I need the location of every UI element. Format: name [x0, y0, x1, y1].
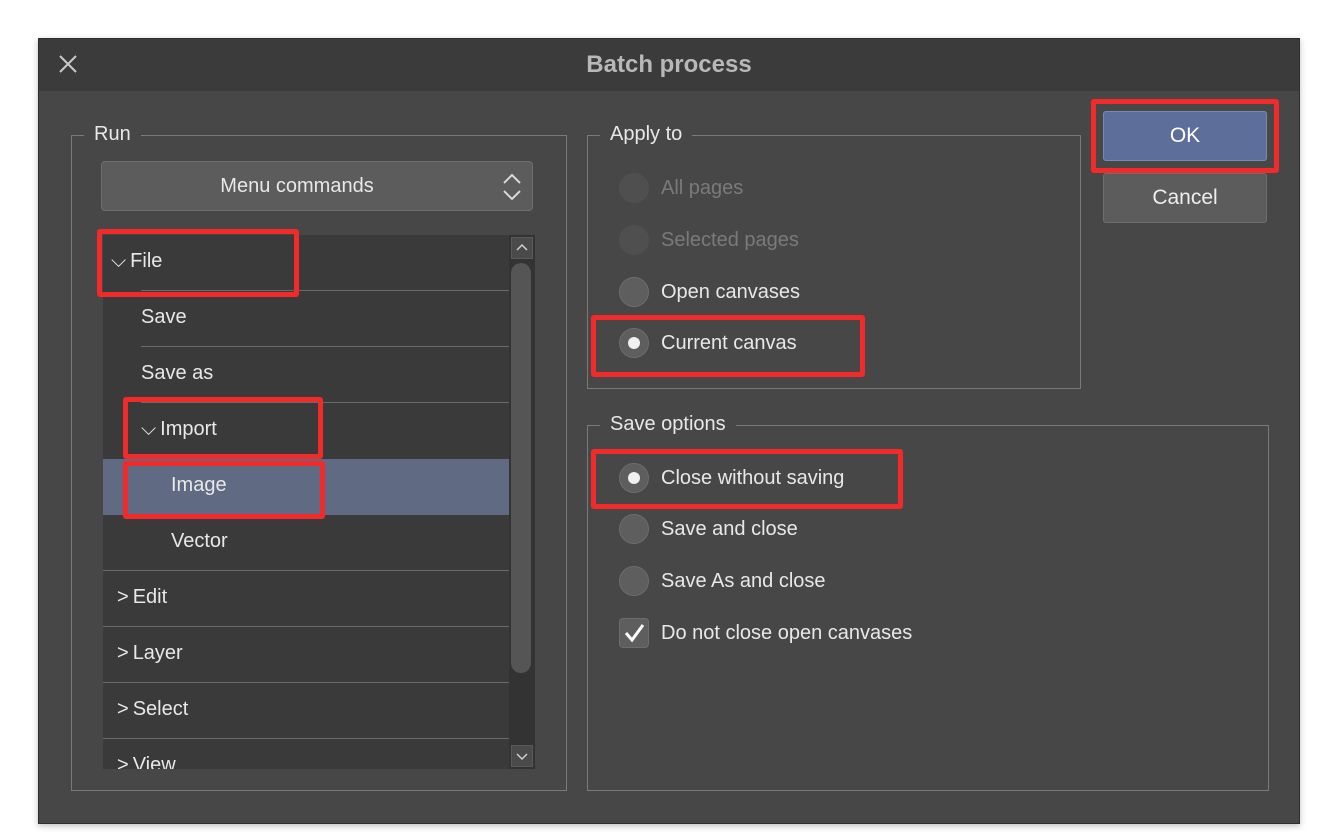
radio-dot: [628, 472, 640, 484]
tree-item-select[interactable]: > Select: [103, 683, 509, 739]
checkbox[interactable]: [619, 618, 649, 648]
radio-label: Close without saving: [661, 467, 845, 489]
checkbox-label: Do not close open canvases: [661, 622, 913, 644]
run-legend: Run: [84, 123, 141, 146]
tree-item-vector[interactable]: Vector: [103, 515, 509, 571]
command-tree: ⌵ File Save Save as ⌵ Import Image Vector …: [103, 235, 509, 769]
radio-button[interactable]: [619, 225, 649, 255]
tree-item-save-as[interactable]: Save as: [103, 347, 509, 403]
checkmark-icon: [624, 624, 645, 643]
chevron-down-icon: ⌵: [141, 418, 157, 440]
radio-button[interactable]: [619, 173, 649, 203]
radio-label: Save and close: [661, 518, 798, 540]
scroll-down-button[interactable]: [511, 745, 533, 767]
radio-label: Open canvases: [661, 281, 800, 303]
ok-button[interactable]: OK: [1103, 111, 1267, 161]
tree-item-label: File: [130, 250, 163, 272]
radio-dot: [628, 337, 640, 349]
up-down-chevron-icon: [503, 173, 521, 201]
tree-item-view[interactable]: > View: [103, 739, 509, 769]
tree-item-label: Edit: [132, 586, 168, 608]
scroll-thumb[interactable]: [511, 263, 531, 673]
scroll-up-button[interactable]: [511, 237, 533, 259]
tree-item-label: Save: [141, 306, 187, 328]
radio-button[interactable]: [619, 277, 649, 307]
tree-item-label: Image: [171, 474, 227, 496]
tree-item-label: View: [132, 754, 176, 769]
chevron-down-icon: ⌵: [111, 250, 127, 272]
radio-label: All pages: [661, 177, 744, 199]
tree-item-label: Save as: [141, 362, 214, 384]
radio-label: Current canvas: [661, 332, 797, 354]
radio-button[interactable]: [619, 566, 649, 596]
chevron-down-icon: [516, 753, 528, 761]
tree-item-label: Select: [132, 698, 189, 720]
save-options-legend: Save options: [600, 413, 736, 436]
radio-label: Selected pages: [661, 229, 799, 251]
radio-label: Save As and close: [661, 570, 826, 592]
cancel-button[interactable]: Cancel: [1103, 173, 1267, 223]
command-type-select[interactable]: Menu commands: [101, 161, 533, 211]
tree-item-import[interactable]: ⌵ Import: [103, 403, 509, 459]
chevron-right-icon: >: [117, 642, 129, 664]
tree-item-file[interactable]: ⌵ File: [103, 235, 509, 291]
tree-item-label: Import: [160, 418, 217, 440]
chevron-right-icon: >: [117, 586, 129, 608]
apply-to-legend: Apply to: [600, 123, 693, 146]
dialog-title: Batch process: [586, 51, 752, 78]
tree-item-save[interactable]: Save: [103, 291, 509, 347]
tree-item-layer[interactable]: > Layer: [103, 627, 509, 683]
tree-item-label: Layer: [132, 642, 183, 664]
radio-button-selected[interactable]: [619, 463, 649, 493]
tree-item-image[interactable]: Image: [103, 459, 509, 515]
chevron-right-icon: >: [117, 698, 129, 720]
chevron-up-icon: [516, 243, 528, 251]
radio-button[interactable]: [619, 514, 649, 544]
title-bar: Batch process: [39, 39, 1299, 91]
command-type-value: Menu commands: [220, 175, 374, 197]
chevron-right-icon: >: [117, 754, 129, 769]
tree-item-label: Vector: [171, 530, 228, 552]
radio-button-selected[interactable]: [619, 328, 649, 358]
batch-process-dialog: Batch process Run Menu commands ⌵ File Sa…: [38, 38, 1300, 824]
tree-item-edit[interactable]: > Edit: [103, 571, 509, 627]
tree-scrollbar[interactable]: [509, 235, 535, 769]
